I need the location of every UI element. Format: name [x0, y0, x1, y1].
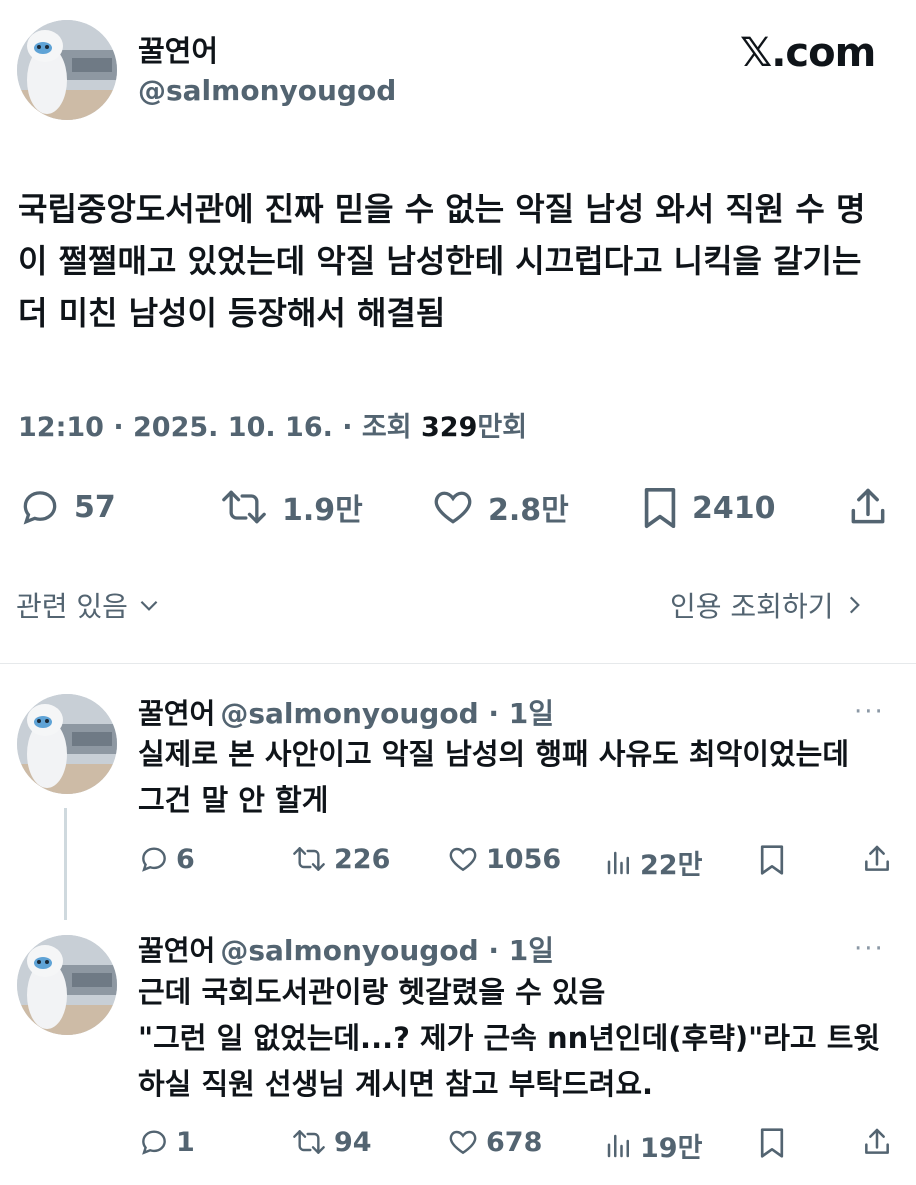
view-suffix: 만회 [477, 412, 528, 443]
heart-icon [449, 1130, 477, 1155]
reply-icon [23, 491, 57, 525]
reply-avatar[interactable] [17, 694, 117, 794]
view-count: 329 [421, 412, 478, 443]
bookmark-count: 2410 [692, 490, 776, 526]
reply-view-count: 19만 [640, 1133, 703, 1164]
view-quotes-link[interactable]: 인용 조회하기 [670, 585, 867, 625]
reply-like-count: 1056 [486, 843, 562, 875]
reply-retweet-button[interactable]: 226 [290, 843, 390, 875]
view-quotes-label: 인용 조회하기 [670, 590, 834, 623]
reply-views-button[interactable]: 19만 [604, 1126, 702, 1165]
chevron-down-icon [140, 600, 158, 611]
like-button[interactable]: 2.8만 [430, 485, 569, 529]
thread-line [64, 808, 67, 920]
reply-avatar[interactable] [17, 935, 117, 1035]
share-button[interactable] [846, 485, 890, 529]
reply-icon [142, 847, 166, 872]
heart-icon [434, 491, 472, 524]
reply-reply-button[interactable]: 6 [138, 843, 195, 875]
reply-handle[interactable]: @salmonyougod [220, 697, 478, 730]
x-watermark: 𝕏.com [740, 30, 876, 76]
more-options-icon[interactable]: ··· [854, 934, 885, 964]
reply-text: 근데 국회도서관이랑 헷갈렸을 수 있음 "그런 일 없었는데...? 제가 근… [138, 969, 883, 1107]
reply-display-name[interactable]: 꿀연어 [138, 934, 215, 967]
reply-age[interactable]: · 1일 [479, 934, 554, 967]
display-name[interactable]: 꿀연어 [138, 28, 218, 70]
retweet-icon [293, 1130, 325, 1154]
tweet-text: 국립중앙도서관에 진짜 믿을 수 없는 악질 남성 와서 직원 수 명이 쩔쩔매… [18, 190, 866, 332]
reply-view-count: 22만 [640, 850, 703, 881]
like-count: 2.8만 [488, 493, 569, 528]
reply-retweet-button[interactable]: 94 [290, 1126, 372, 1158]
more-options-icon[interactable]: ··· [854, 697, 885, 727]
reply-age[interactable]: · 1일 [479, 697, 554, 730]
reply-retweet-count: 226 [334, 843, 391, 875]
reply-count: 57 [74, 489, 116, 525]
reply-icon [142, 1130, 166, 1155]
divider [0, 663, 916, 664]
reply-reply-count: 6 [176, 843, 195, 875]
reply-like-button[interactable]: 1056 [446, 843, 561, 875]
related-toggle[interactable]: 관련 있음 [16, 585, 162, 625]
reply-button[interactable]: 57 [18, 485, 116, 529]
bookmark-button[interactable]: 2410 [640, 485, 776, 531]
retweet-count: 1.9만 [282, 493, 363, 528]
reply-handle[interactable]: @salmonyougod [220, 934, 478, 967]
heart-icon [449, 847, 477, 872]
retweet-button[interactable]: 1.9만 [218, 485, 363, 529]
reply-display-name[interactable]: 꿀연어 [138, 697, 215, 730]
reply-views-button[interactable]: 22만 [604, 843, 702, 882]
handle[interactable]: @salmonyougod [138, 74, 396, 107]
reply-share-button[interactable] [861, 1126, 893, 1158]
bookmark-icon [760, 1128, 784, 1158]
views-icon [607, 1134, 629, 1157]
reply-like-button[interactable]: 678 [446, 1126, 542, 1158]
reply-retweet-count: 94 [334, 1126, 372, 1158]
retweet-icon [222, 490, 266, 524]
share-icon [865, 1128, 889, 1154]
reply-bookmark-button[interactable] [758, 843, 786, 877]
reply-bookmark-button[interactable] [758, 1126, 786, 1160]
bookmark-icon [644, 487, 676, 529]
retweet-icon [293, 847, 325, 871]
views-icon [607, 851, 629, 874]
tweet-timestamp[interactable]: 12:10 · 2025. 10. 16. · 조회 [18, 412, 421, 443]
reply-text-line: 근데 국회도서관이랑 헷갈렸을 수 있음 [138, 975, 606, 1009]
avatar[interactable] [17, 20, 117, 120]
reply-text-line: "그런 일 없었는데...? 제가 근속 nn년인데(후략)"라고 트윗하실 직… [138, 1021, 881, 1101]
reply-like-count: 678 [486, 1126, 543, 1158]
reply-share-button[interactable] [861, 843, 893, 875]
reply-header: 꿀연어 @salmonyougod · 1일 [138, 692, 554, 732]
chevron-right-icon [850, 596, 861, 614]
share-icon [865, 845, 889, 871]
reply-text: 실제로 본 사안이고 악질 남성의 행패 사유도 최악이었는데 그건 말 안 할… [138, 737, 849, 817]
related-label: 관련 있음 [16, 590, 128, 623]
reply-reply-count: 1 [176, 1126, 195, 1158]
tweet-meta: 12:10 · 2025. 10. 16. · 조회 329만회 [18, 405, 527, 444]
bookmark-icon [760, 845, 784, 875]
reply-reply-button[interactable]: 1 [138, 1126, 195, 1158]
reply-header: 꿀연어 @salmonyougod · 1일 [138, 929, 554, 969]
share-icon [851, 488, 885, 524]
